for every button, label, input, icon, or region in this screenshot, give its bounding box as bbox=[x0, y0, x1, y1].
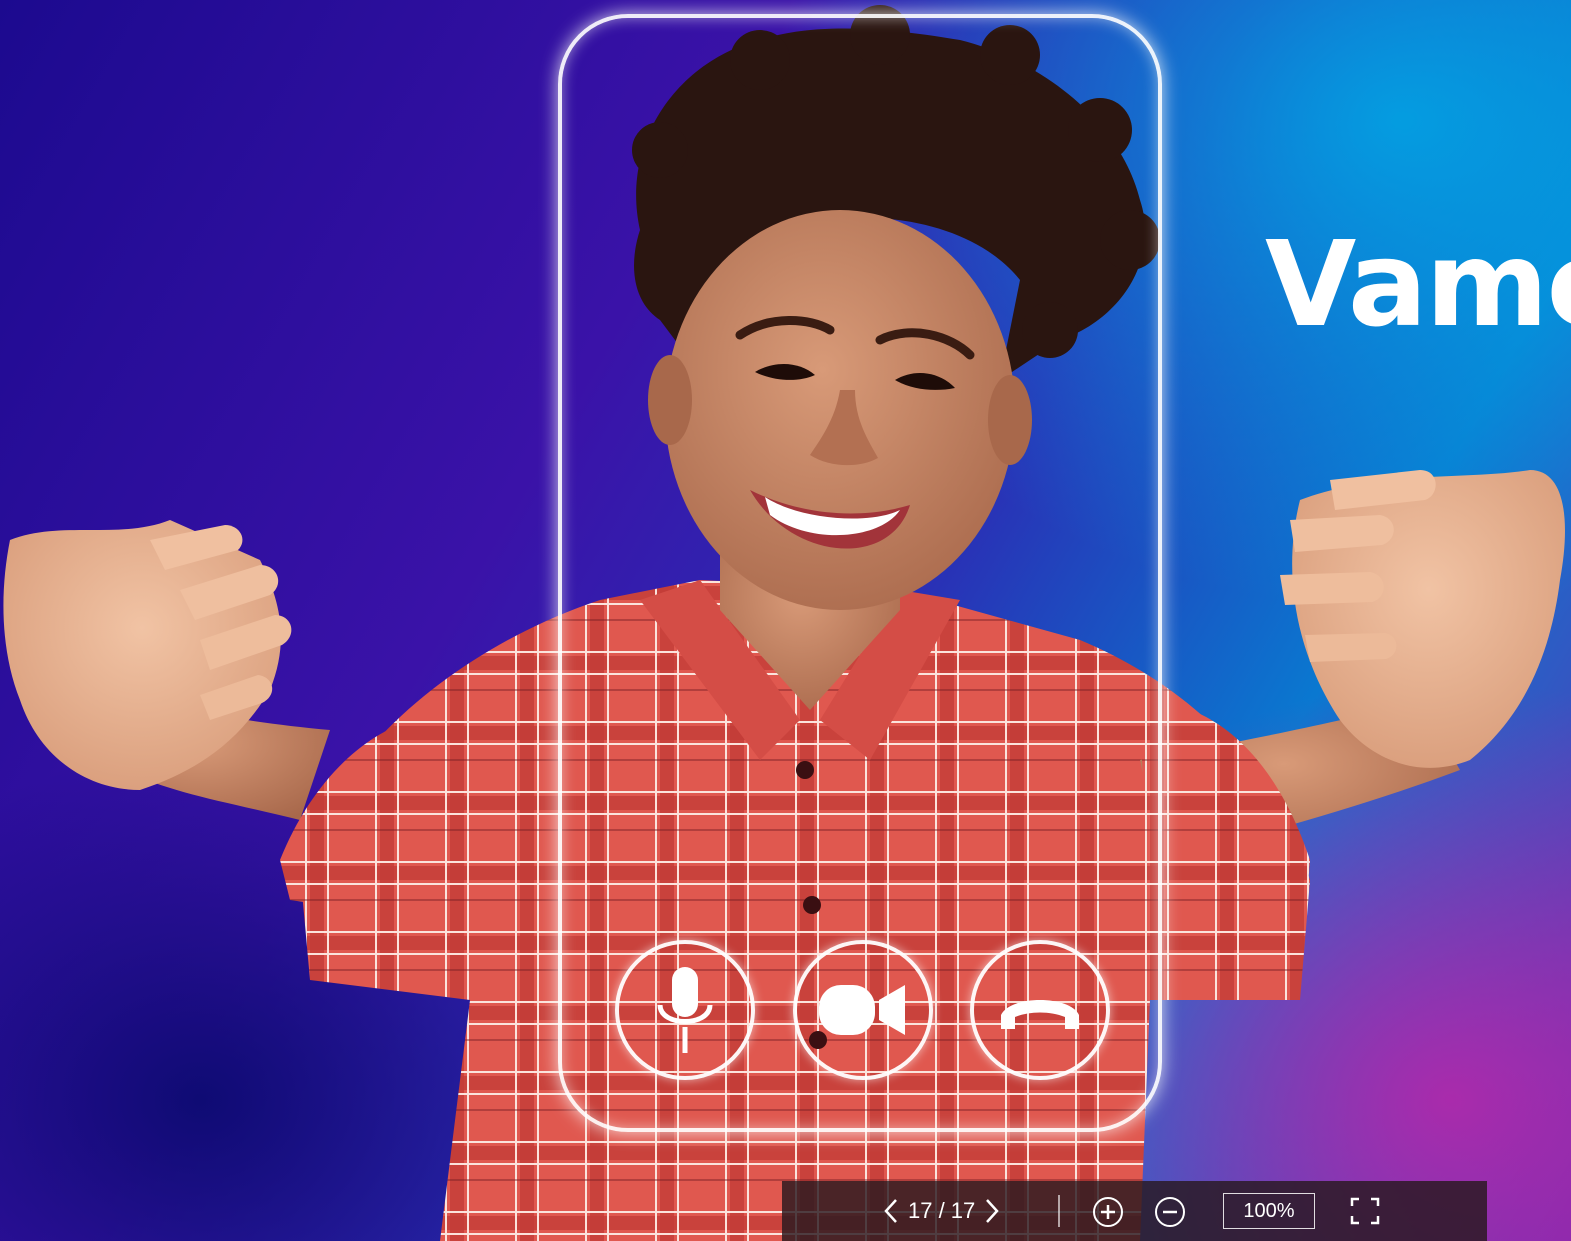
fullscreen-icon bbox=[1350, 1197, 1380, 1225]
chevron-right-icon bbox=[986, 1199, 999, 1223]
presentation-slide: Vamc 17 / 17 bbox=[0, 0, 1571, 1241]
next-page-button[interactable] bbox=[983, 1197, 1001, 1225]
zoom-out-button[interactable] bbox=[1154, 1196, 1186, 1228]
zoom-level-field[interactable]: 100% bbox=[1223, 1193, 1315, 1229]
page-indicator: 17 / 17 bbox=[908, 1198, 976, 1223]
zoom-in-icon bbox=[1093, 1197, 1123, 1227]
zoom-in-button[interactable] bbox=[1092, 1196, 1124, 1228]
video-camera-icon bbox=[819, 985, 905, 1035]
page-navigation: 17 / 17 bbox=[882, 1181, 1001, 1241]
chevron-left-icon bbox=[884, 1199, 897, 1223]
toolbar-divider bbox=[1058, 1195, 1060, 1227]
video-camera-button bbox=[793, 940, 933, 1080]
microphone-button bbox=[615, 940, 755, 1080]
zoom-out-icon bbox=[1155, 1197, 1185, 1227]
hang-up-button bbox=[970, 940, 1110, 1080]
fullscreen-button[interactable] bbox=[1350, 1197, 1380, 1225]
phone-hangup-icon bbox=[1001, 1000, 1079, 1029]
slide-title: Vamc bbox=[1265, 215, 1571, 353]
viewer-toolbar: 17 / 17 100% bbox=[782, 1181, 1487, 1241]
microphone-icon bbox=[657, 967, 713, 1053]
previous-page-button[interactable] bbox=[882, 1197, 900, 1225]
